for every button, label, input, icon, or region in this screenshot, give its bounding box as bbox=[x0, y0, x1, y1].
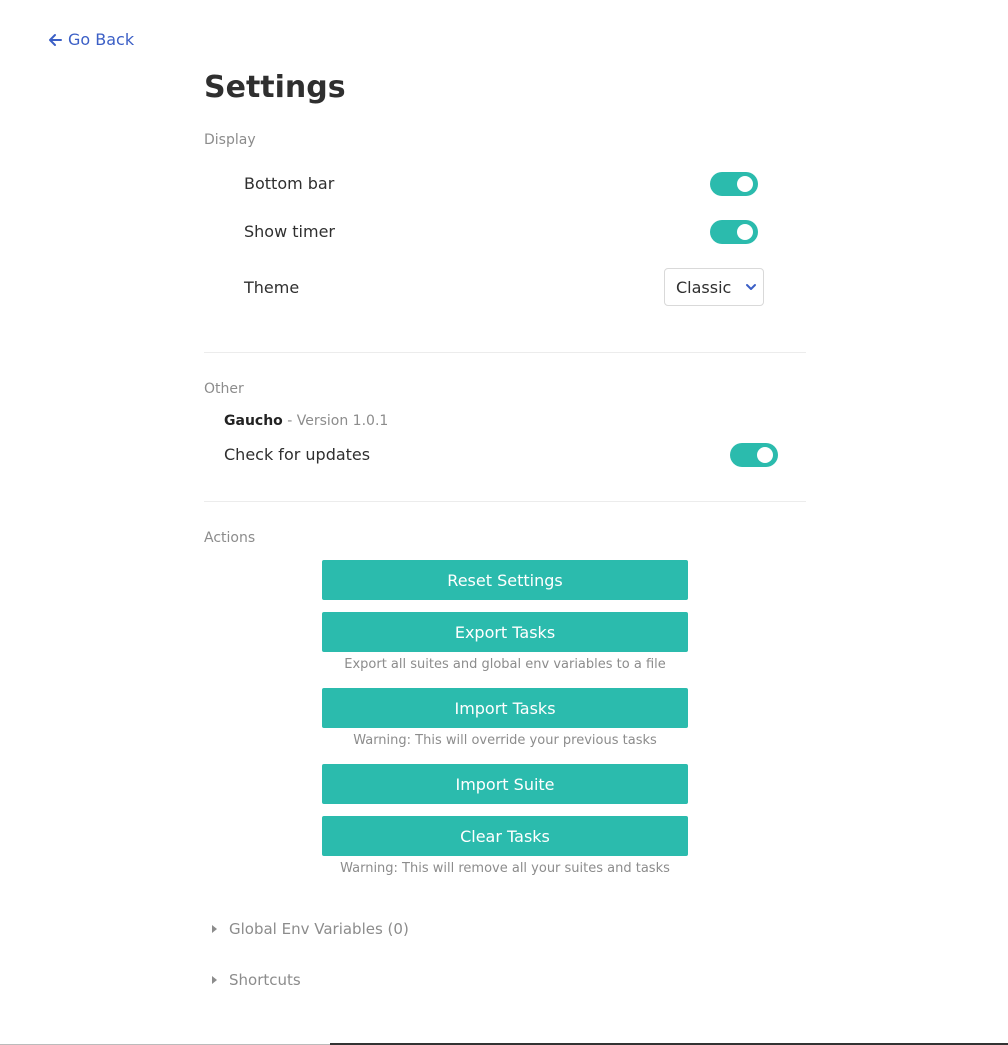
bottom-bar-toggle[interactable] bbox=[710, 172, 758, 196]
go-back-label: Go Back bbox=[68, 30, 135, 49]
app-name: Gaucho bbox=[224, 413, 283, 429]
divider bbox=[204, 501, 806, 502]
caret-right-icon bbox=[212, 976, 217, 984]
export-hint: Export all suites and global env variabl… bbox=[344, 657, 666, 672]
theme-label: Theme bbox=[244, 278, 300, 297]
check-updates-toggle[interactable] bbox=[730, 443, 778, 467]
toggle-knob bbox=[737, 176, 753, 192]
global-env-variables-label: Global Env Variables (0) bbox=[229, 920, 409, 938]
shortcuts-label: Shortcuts bbox=[229, 971, 301, 989]
show-timer-toggle[interactable] bbox=[710, 220, 758, 244]
version-text: - Version 1.0.1 bbox=[282, 413, 389, 429]
app-version: Gaucho - Version 1.0.1 bbox=[224, 413, 388, 429]
import-suite-button[interactable]: Import Suite bbox=[322, 764, 688, 804]
global-env-variables-toggle[interactable]: Global Env Variables (0) bbox=[212, 920, 409, 938]
toggle-knob bbox=[737, 224, 753, 240]
shortcuts-toggle[interactable]: Shortcuts bbox=[212, 971, 301, 989]
go-back-link[interactable]: Go Back bbox=[48, 30, 134, 49]
page-title: Settings bbox=[204, 70, 346, 105]
bottom-bar-label: Bottom bar bbox=[244, 174, 335, 193]
clear-tasks-hint: Warning: This will remove all your suite… bbox=[340, 861, 670, 876]
section-label-other: Other bbox=[204, 381, 244, 397]
theme-select[interactable]: Classic bbox=[664, 268, 764, 306]
export-tasks-button[interactable]: Export Tasks bbox=[322, 612, 688, 652]
check-updates-label: Check for updates bbox=[224, 445, 371, 464]
import-tasks-button[interactable]: Import Tasks bbox=[322, 688, 688, 728]
toggle-knob bbox=[757, 447, 773, 463]
divider bbox=[204, 352, 806, 353]
chevron-down-icon bbox=[746, 284, 757, 290]
caret-right-icon bbox=[212, 925, 217, 933]
section-label-actions: Actions bbox=[204, 530, 256, 546]
show-timer-label: Show timer bbox=[244, 222, 335, 241]
reset-settings-button[interactable]: Reset Settings bbox=[322, 560, 688, 600]
clear-tasks-button[interactable]: Clear Tasks bbox=[322, 816, 688, 856]
theme-selected-value: Classic bbox=[676, 277, 732, 297]
arrow-left-icon bbox=[49, 33, 62, 46]
settings-page: Go Back Settings Display Bottom bar Show… bbox=[0, 0, 1008, 1045]
section-label-display: Display bbox=[204, 132, 256, 148]
import-tasks-hint: Warning: This will override your previou… bbox=[353, 733, 657, 748]
